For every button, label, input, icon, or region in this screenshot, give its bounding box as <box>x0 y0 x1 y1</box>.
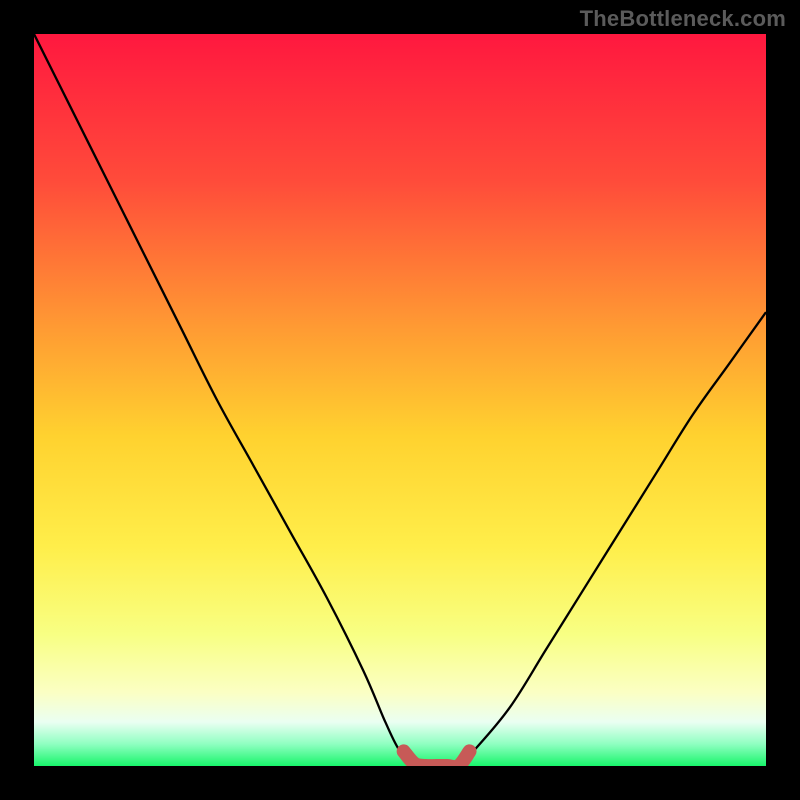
plot-area <box>34 34 766 766</box>
chart-container: TheBottleneck.com <box>0 0 800 800</box>
watermark-text: TheBottleneck.com <box>580 6 786 32</box>
gradient-background <box>34 34 766 766</box>
chart-svg <box>34 34 766 766</box>
